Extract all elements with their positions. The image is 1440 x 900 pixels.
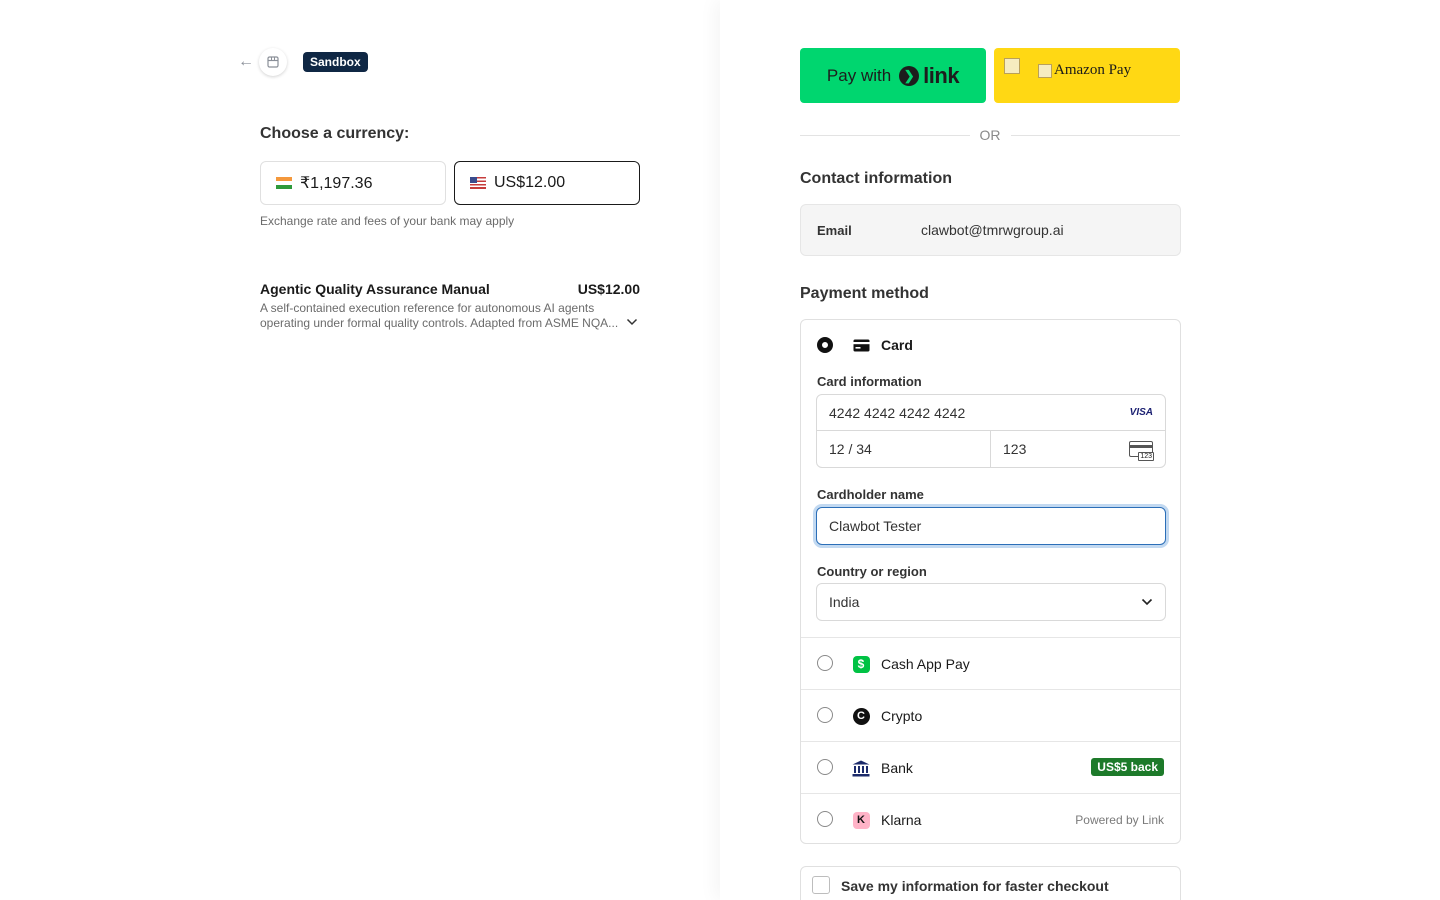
payment-option-klarna[interactable]: K Klarna Powered by Link [801, 794, 1180, 846]
product-name: Agentic Quality Assurance Manual [260, 281, 490, 297]
link-wordmark: link [923, 62, 960, 88]
card-expiry-value: 12 / 34 [829, 441, 872, 457]
product-price: US$12.00 [577, 281, 640, 297]
amazon-pay-button[interactable]: Amazon Pay [994, 48, 1180, 103]
payment-method-title: Payment method [800, 285, 929, 302]
contact-title: Contact information [800, 170, 952, 187]
pay-with-link-button[interactable]: Pay with ❯ link [800, 48, 986, 103]
payment-option-card: Card Card information 4242 4242 4242 424… [801, 320, 1180, 638]
klarna-icon: K [852, 811, 870, 829]
klarna-label: Klarna [881, 812, 922, 828]
card-radio[interactable] [817, 337, 833, 353]
currency-options: ₹1,197.36 US$12.00 [260, 161, 640, 205]
cash-app-icon: $ [852, 655, 870, 673]
klarna-radio[interactable] [817, 811, 833, 827]
payment-option-cashapp[interactable]: $ Cash App Pay [801, 638, 1180, 690]
bank-radio[interactable] [817, 759, 833, 775]
card-info-group: 4242 4242 4242 4242 VISA 12 / 34 123 123 [816, 394, 1166, 468]
cardholder-label: Cardholder name [817, 487, 924, 502]
cashapp-radio[interactable] [817, 655, 833, 671]
or-text: OR [979, 127, 1001, 143]
currency-option-usd[interactable]: US$12.00 [454, 161, 640, 205]
cashapp-label: Cash App Pay [881, 656, 970, 672]
cvc-icon-text: 123 [1138, 452, 1154, 461]
card-number-input[interactable]: 4242 4242 4242 4242 VISA [817, 395, 1165, 431]
crypto-radio[interactable] [817, 707, 833, 723]
currency-option-inr[interactable]: ₹1,197.36 [260, 161, 446, 205]
amazon-pay-alt: Amazon Pay [1038, 62, 1131, 79]
visa-icon: VISA [1129, 407, 1153, 418]
bank-label: Bank [881, 760, 913, 776]
payment-method-list: Card Card information 4242 4242 4242 424… [800, 319, 1181, 844]
email-label: Email [817, 222, 852, 238]
card-option-header[interactable]: Card [801, 320, 1180, 370]
store-icon [259, 48, 287, 76]
chevron-down-icon [1141, 593, 1153, 611]
crypto-label: Crypto [881, 708, 923, 724]
currency-label: Choose a currency: [260, 125, 410, 142]
card-number-value: 4242 4242 4242 4242 [829, 404, 966, 421]
broken-image-icon [1038, 63, 1052, 78]
country-select[interactable]: India [816, 583, 1166, 621]
cardholder-name-input[interactable] [816, 507, 1166, 545]
currency-amount-inr: ₹1,197.36 [300, 175, 373, 192]
express-wallets: Pay with ❯ link Amazon Pay [800, 48, 1180, 103]
order-summary-pane: ← Sandbox Choose a currency: ₹1,197.36 U… [0, 0, 720, 900]
email-value: clawbot@tmrwgroup.ai [921, 222, 1064, 238]
payment-option-bank[interactable]: Bank US$5 back [801, 742, 1180, 794]
sandbox-badge: Sandbox [303, 52, 368, 72]
currency-amount-usd: US$12.00 [494, 174, 566, 191]
cvc-card-icon: 123 [1129, 441, 1154, 461]
payment-option-crypto[interactable]: C Crypto [801, 690, 1180, 742]
country-label: Country or region [817, 564, 927, 579]
save-info-checkbox[interactable] [812, 876, 830, 894]
broken-image-icon [1004, 58, 1020, 74]
bank-icon [852, 759, 870, 777]
credit-card-icon [852, 336, 870, 354]
link-chevron-icon: ❯ [899, 65, 920, 86]
or-divider: OR [800, 127, 1180, 143]
expand-chevron-icon[interactable] [626, 315, 638, 330]
email-field[interactable]: Email clawbot@tmrwgroup.ai [800, 204, 1181, 256]
country-value: India [829, 594, 860, 610]
crypto-icon: C [852, 707, 870, 725]
product-description-text: A self-contained execution reference for… [260, 301, 619, 330]
payment-pane: Pay with ❯ link Amazon Pay OR Contact in… [720, 0, 1440, 900]
card-info-label: Card information [817, 374, 922, 389]
save-info-option[interactable]: Save my information for faster checkout [800, 866, 1181, 900]
cash-back-badge: US$5 back [1091, 758, 1164, 776]
card-cvc-value: 123 [1003, 441, 1027, 457]
india-flag-icon [276, 177, 292, 189]
product-line-item: Agentic Quality Assurance Manual US$12.0… [260, 281, 640, 331]
powered-by-link: Powered by Link [1075, 813, 1164, 827]
amazon-pay-alt-text: Amazon Pay [1054, 62, 1132, 78]
exchange-rate-note: Exchange rate and fees of your bank may … [260, 214, 515, 228]
top-bar: ← Sandbox [237, 48, 368, 76]
card-cvc-input[interactable]: 123 123 [991, 431, 1165, 467]
save-info-label: Save my information for faster checkout [841, 878, 1109, 894]
link-pay-text: Pay with [826, 65, 892, 85]
back-arrow-icon[interactable]: ← [237, 48, 255, 76]
card-expiry-input[interactable]: 12 / 34 [817, 431, 991, 467]
us-flag-icon [470, 177, 486, 189]
card-label: Card [881, 337, 913, 353]
product-description: A self-contained execution reference for… [260, 301, 638, 331]
